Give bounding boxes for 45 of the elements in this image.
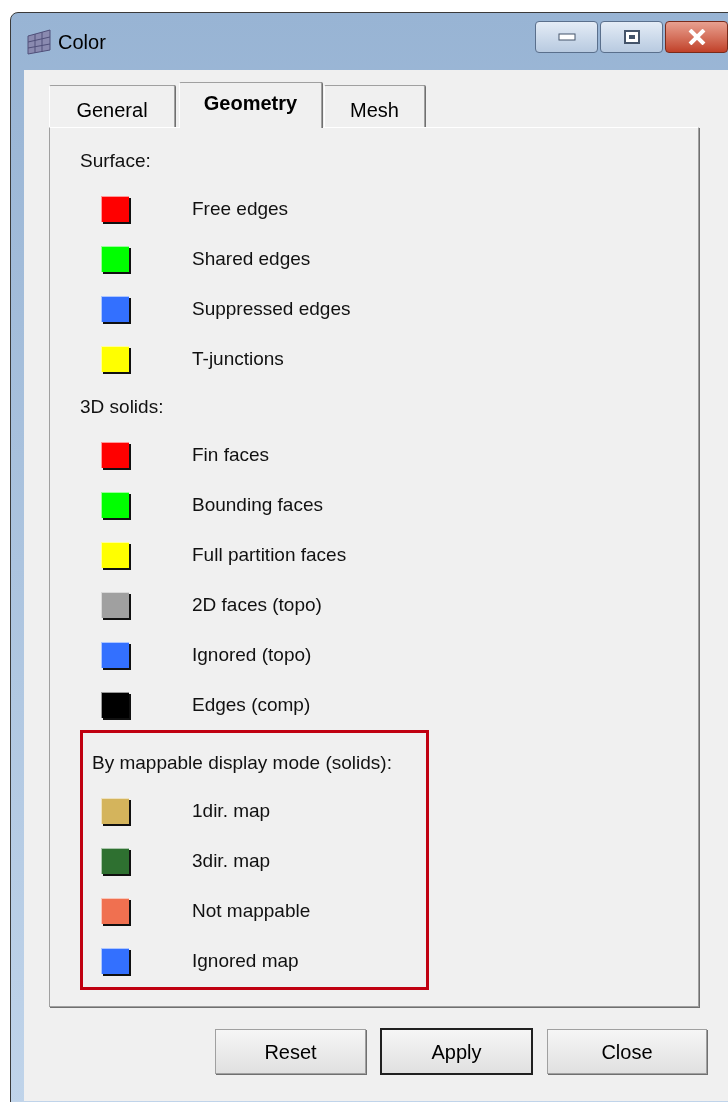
color-swatch[interactable] (101, 542, 129, 568)
color-label: Suppressed edges (192, 296, 351, 321)
color-swatch[interactable] (101, 492, 129, 518)
minimize-icon (557, 32, 576, 41)
dialog-button[interactable]: Close (547, 1029, 707, 1074)
tab[interactable]: Geometry (179, 82, 322, 128)
color-swatch[interactable] (101, 692, 129, 718)
color-label: T-junctions (192, 346, 284, 371)
color-label: Fin faces (192, 442, 270, 467)
restore-icon (623, 29, 640, 44)
color-label: 2D faces (topo) (192, 592, 322, 617)
color-label: Shared edges (192, 246, 311, 271)
color-swatch[interactable] (101, 246, 129, 272)
color-swatch[interactable] (101, 296, 129, 322)
color-label: Ignored map (192, 948, 299, 973)
tab[interactable]: Mesh (324, 85, 425, 127)
color-label: Ignored (topo) (192, 642, 312, 667)
dialog-button[interactable]: Apply (380, 1028, 533, 1075)
color-swatch[interactable] (101, 346, 129, 372)
color-swatch[interactable] (101, 798, 129, 824)
color-swatch[interactable] (101, 592, 129, 618)
maximize-button[interactable] (600, 20, 663, 53)
color-label: 1dir. map (192, 798, 271, 823)
color-swatch[interactable] (101, 898, 129, 924)
color-swatch[interactable] (101, 196, 129, 222)
color-swatch[interactable] (101, 848, 129, 874)
section-heading: By mappable display mode (solids): (92, 750, 393, 775)
tab[interactable]: General (49, 85, 175, 127)
color-label: Free edges (192, 196, 289, 221)
close-icon (687, 28, 706, 45)
color-swatch[interactable] (101, 442, 129, 468)
section-heading: 3D solids: (80, 394, 165, 419)
color-label: Bounding faces (192, 492, 323, 517)
color-swatch[interactable] (101, 642, 129, 668)
color-label: Not mappable (192, 898, 311, 923)
color-swatch[interactable] (101, 948, 129, 974)
dialog-button[interactable]: Reset (215, 1029, 366, 1074)
window-title: Color (58, 29, 106, 55)
color-label: Full partition faces (192, 542, 347, 567)
section-heading: Surface: (80, 148, 152, 173)
close-button[interactable] (665, 20, 728, 53)
grid-icon (26, 27, 52, 56)
color-label: Edges (comp) (192, 692, 311, 717)
minimize-button[interactable] (535, 20, 598, 53)
color-label: 3dir. map (192, 848, 271, 873)
